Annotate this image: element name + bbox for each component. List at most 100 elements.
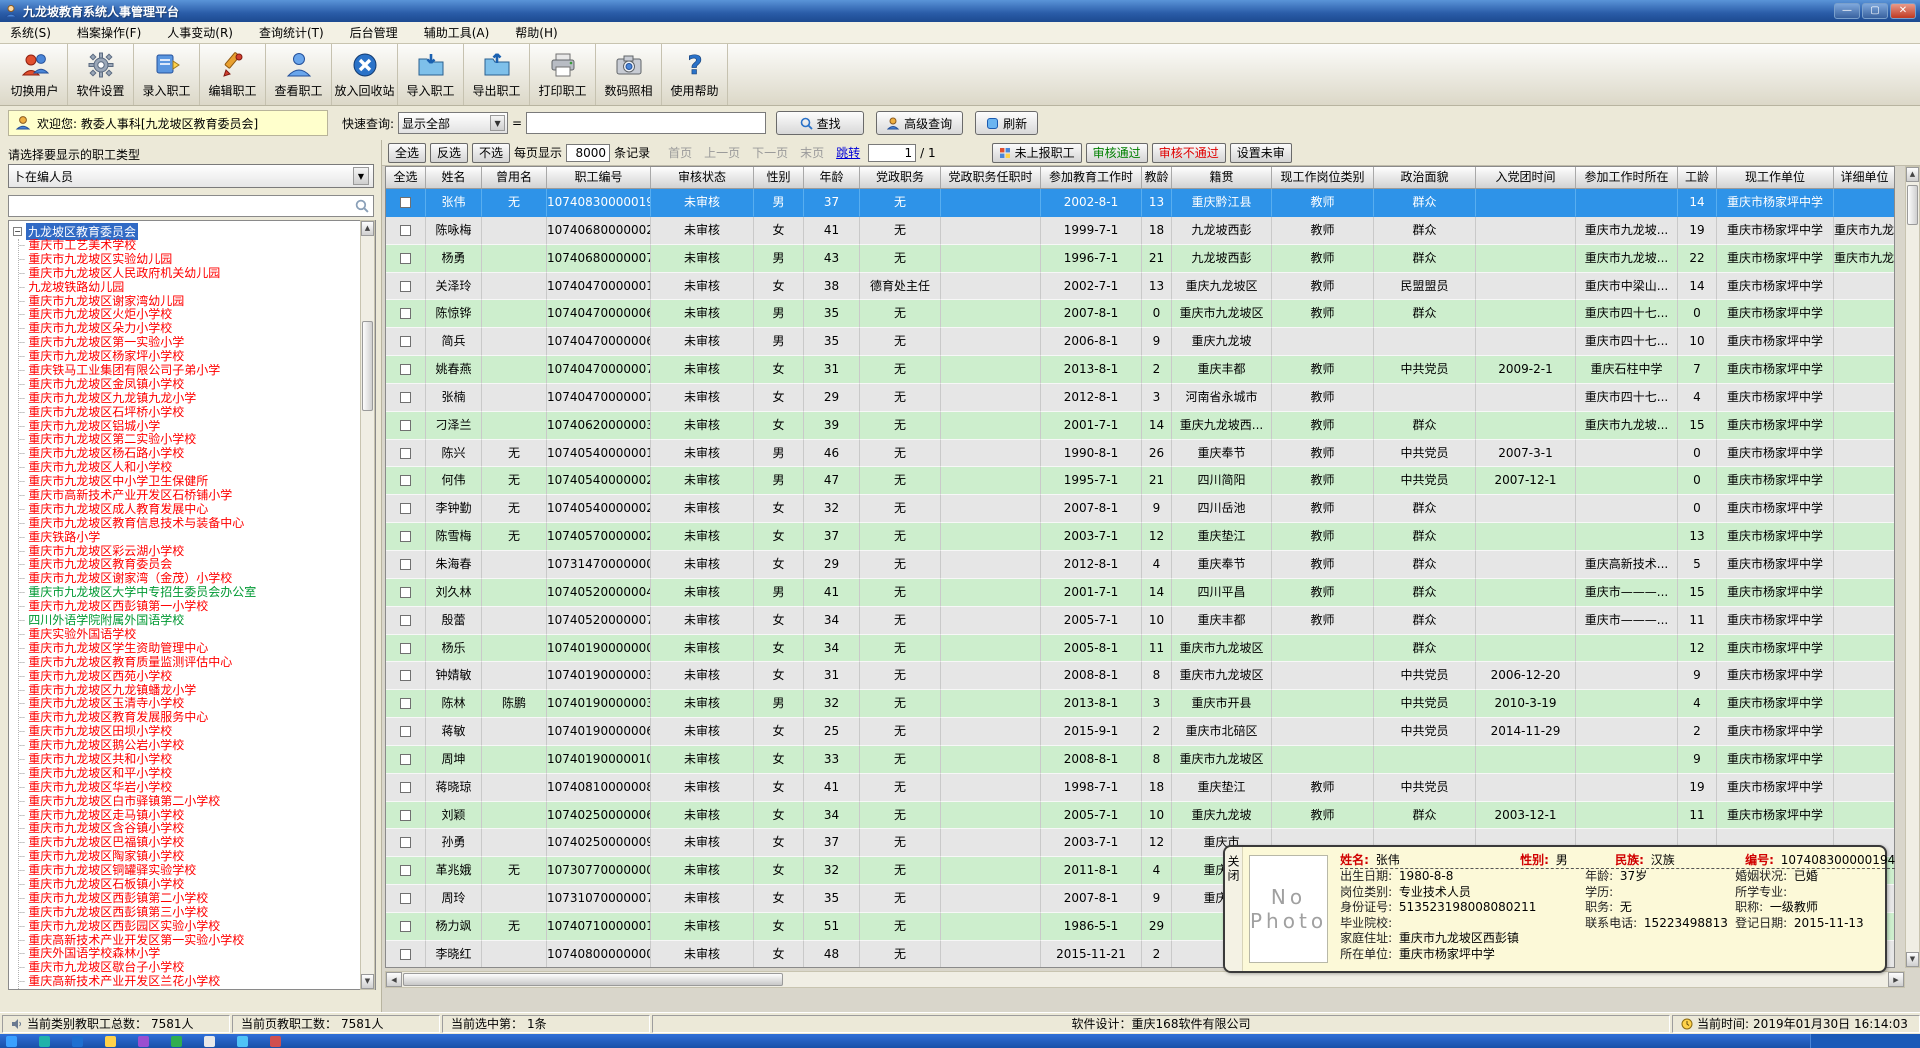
employee-type-select[interactable]: 卜在编人员 ▼ — [8, 164, 374, 188]
table-row[interactable]: 刁泽兰107406200000035未审核女39无2001-7-114重庆九龙坡… — [386, 412, 1894, 440]
tree-item[interactable]: 重庆铁路小学 — [19, 531, 375, 545]
import-employee-button[interactable]: 导入职工 — [398, 44, 464, 105]
taskbar-app-icon[interactable] — [72, 1036, 83, 1047]
row-checkbox[interactable] — [400, 420, 411, 431]
switch-user-button[interactable]: 切换用户 — [2, 44, 68, 105]
tree-item[interactable]: 重庆市九龙坡区共和小学校 — [19, 753, 375, 767]
row-checkbox[interactable] — [400, 865, 411, 876]
menu-backend[interactable]: 后台管理 — [350, 24, 398, 41]
tree-item[interactable]: 重庆市九龙坡区大学中专招生委员会办公室 — [19, 586, 375, 600]
tree-item[interactable]: 重庆市九龙坡区教育委员会 — [19, 558, 375, 572]
tree-item[interactable]: 重庆市九龙坡区铜罐驿实验学校 — [19, 864, 375, 878]
tree-item[interactable]: 重庆市九龙坡区金凤镇小学校 — [19, 378, 375, 392]
column-header[interactable]: 性别 — [754, 167, 804, 188]
column-header[interactable]: 审核状态 — [651, 167, 754, 188]
taskbar-app-icon[interactable] — [39, 1036, 50, 1047]
tree-item[interactable]: 重庆市九龙坡区九龙镇蟠龙小学 — [19, 684, 375, 698]
tree-item[interactable]: 重庆市九龙坡区第二实验小学校 — [19, 433, 375, 447]
table-row[interactable]: 蒋敏107401900000066未审核女25无2015-9-12重庆市北碚区中… — [386, 718, 1894, 746]
tree-item[interactable]: 重庆市高新技术产业开发区石桥铺小学 — [19, 489, 375, 503]
tree-item[interactable]: 重庆市九龙坡区陶家镇小学校 — [19, 850, 375, 864]
row-checkbox[interactable] — [400, 336, 411, 347]
edit-employee-button[interactable]: 编辑职工 — [200, 44, 266, 105]
row-checkbox[interactable] — [400, 726, 411, 737]
minimize-icon[interactable]: — — [1834, 3, 1860, 19]
column-header[interactable]: 籍贯 — [1172, 167, 1272, 188]
row-checkbox[interactable] — [400, 503, 411, 514]
find-button[interactable]: 查找 — [776, 111, 864, 135]
tree-item[interactable]: 九龙坡铁路幼儿园 — [19, 281, 375, 295]
row-checkbox[interactable] — [400, 475, 411, 486]
tree-item[interactable]: 重庆市九龙坡区杨家坪小学校 — [19, 350, 375, 364]
column-header[interactable]: 参加教育工作时 — [1041, 167, 1142, 188]
add-employee-button[interactable]: 录入职工 — [134, 44, 200, 105]
column-header[interactable]: 详细单位 — [1834, 167, 1895, 188]
scroll-up-icon[interactable]: ▲ — [1906, 167, 1919, 182]
invert-select-button[interactable]: 反选 — [430, 143, 468, 163]
table-row[interactable]: 简兵107404700000064未审核男35无2006-8-19重庆九龙坡重庆… — [386, 328, 1894, 356]
tree-item[interactable]: 重庆市九龙坡区教育质量监测评估中心 — [19, 656, 375, 670]
menu-aux-tools[interactable]: 辅助工具(A) — [424, 24, 490, 41]
column-header[interactable]: 政治面貌 — [1374, 167, 1476, 188]
column-header[interactable]: 党政职务任职时 — [941, 167, 1041, 188]
tree-item[interactable]: 重庆市九龙坡区田坝小学校 — [19, 725, 375, 739]
column-header[interactable]: 现工作单位 — [1717, 167, 1834, 188]
menu-query-stats[interactable]: 查询统计(T) — [259, 24, 324, 41]
first-page-link[interactable]: 首页 — [668, 144, 692, 161]
tree-item[interactable]: 重庆市九龙坡区和平小学校 — [19, 767, 375, 781]
tree-item[interactable]: 重庆市九龙坡区实验幼儿园 — [19, 253, 375, 267]
tree-item[interactable]: 重庆市九龙坡区第一实验小学 — [19, 336, 375, 350]
tree-item[interactable]: 重庆市九龙坡区鹅公岩小学校 — [19, 739, 375, 753]
table-row[interactable]: 李钟勤无107405400000028未审核女32无2007-8-19四川岳池教… — [386, 495, 1894, 523]
row-checkbox[interactable] — [400, 643, 411, 654]
tree-item[interactable]: 重庆市九龙坡区教育发展服务中心 — [19, 711, 375, 725]
column-header[interactable]: 入党团时间 — [1476, 167, 1576, 188]
column-header[interactable]: 曾用名 — [482, 167, 547, 188]
refresh-button[interactable]: 刷新 — [975, 111, 1038, 135]
row-checkbox[interactable] — [400, 587, 411, 598]
tree-item[interactable]: 重庆市九龙坡区歇台子小学校 — [19, 961, 375, 975]
set-unreviewed-button[interactable]: 设置未审 — [1230, 143, 1292, 163]
tree-item[interactable]: 重庆高新技术产业开发区第一实验小学校 — [19, 934, 375, 948]
tree-item[interactable]: 重庆市九龙坡区谢家湾幼儿园 — [19, 295, 375, 309]
print-employee-button[interactable]: 打印职工 — [530, 44, 596, 105]
table-row[interactable]: 殷蕾107405200000076未审核女34无2005-7-110重庆丰都教师… — [386, 607, 1894, 635]
scroll-right-icon[interactable]: ▶ — [1888, 972, 1904, 987]
row-checkbox[interactable] — [400, 921, 411, 932]
tree-item[interactable]: 重庆市九龙坡区人民政府机关幼儿园 — [19, 267, 375, 281]
prev-page-link[interactable]: 上一页 — [704, 144, 740, 161]
row-checkbox[interactable] — [400, 448, 411, 459]
table-vscrollbar[interactable]: ▲ ▼ — [1905, 166, 1920, 968]
tree-item[interactable]: 重庆高新技术产业开发区兰花小学校 — [19, 975, 375, 989]
row-checkbox[interactable] — [400, 949, 411, 960]
row-checkbox[interactable] — [400, 308, 411, 319]
table-row[interactable]: 钟婧敏107401900000032未审核女31无2008-8-18重庆市九龙坡… — [386, 662, 1894, 690]
tree-collapse-icon[interactable]: − — [13, 227, 22, 236]
taskbar-app-icon[interactable] — [171, 1036, 182, 1047]
tree-item[interactable]: 重庆市九龙坡区九龙镇九龙小学 — [19, 392, 375, 406]
row-checkbox[interactable] — [400, 281, 411, 292]
tree-item[interactable]: 重庆市九龙坡区巴福镇小学校 — [19, 836, 375, 850]
tree-item[interactable]: 重庆市九龙坡区西彭镇第一小学校 — [19, 600, 375, 614]
unreported-button[interactable]: 未上报职工 — [992, 143, 1082, 163]
tree-item[interactable]: 重庆市工艺美术学校 — [19, 239, 375, 253]
tree-item[interactable]: 重庆市九龙坡区西苑小学校 — [19, 670, 375, 684]
tree-item[interactable]: 重庆市九龙坡区西彭镇第三小学校 — [19, 906, 375, 920]
tree-item[interactable]: 重庆市九龙坡区杨石路小学校 — [19, 447, 375, 461]
software-settings-button[interactable]: 软件设置 — [68, 44, 134, 105]
table-hscrollbar[interactable]: ◀ ▶ — [385, 971, 1905, 988]
tree-item[interactable]: 重庆市九龙坡区石坪桥小学校 — [19, 406, 375, 420]
advanced-query-button[interactable]: 高级查询 — [876, 111, 963, 135]
column-header[interactable]: 现工作岗位类别 — [1272, 167, 1374, 188]
row-checkbox[interactable] — [400, 782, 411, 793]
tree-item[interactable]: 重庆外国语学校森林小学 — [19, 947, 375, 961]
menu-archive[interactable]: 档案操作(F) — [77, 24, 141, 41]
tree-item[interactable]: 重庆市九龙坡区人和小学校 — [19, 461, 375, 475]
maximize-icon[interactable]: ▢ — [1862, 3, 1888, 19]
tree-item[interactable]: 重庆市九龙坡区玉清寺小学校 — [19, 697, 375, 711]
jump-link[interactable]: 跳转 — [836, 144, 860, 161]
tree-item[interactable]: 重庆实验外国语学校 — [19, 628, 375, 642]
table-row[interactable]: 蒋晓琼107408100000080未审核女41无1998-7-118重庆垫江教… — [386, 774, 1894, 802]
tree-item[interactable]: 重庆市九龙坡区火炬小学校 — [19, 308, 375, 322]
row-checkbox[interactable] — [400, 754, 411, 765]
